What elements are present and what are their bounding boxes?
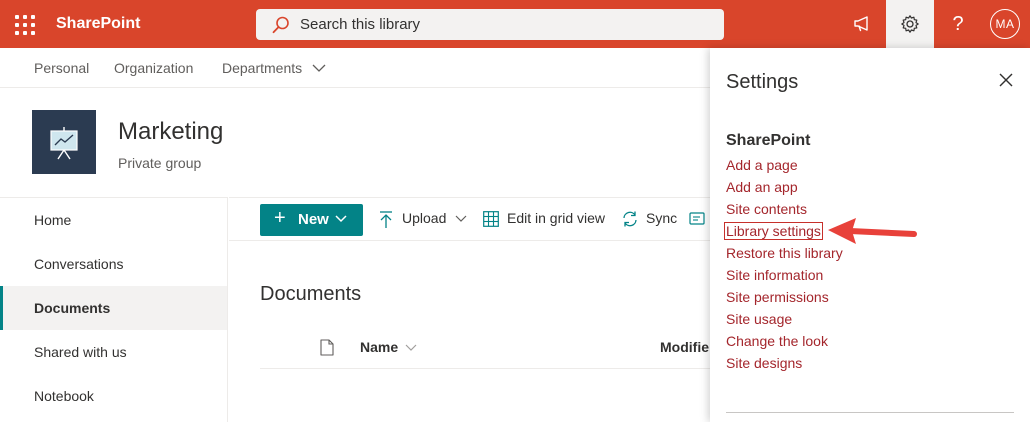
plus-icon: + xyxy=(274,207,286,229)
close-icon[interactable] xyxy=(996,70,1016,90)
hub-nav-personal[interactable]: Personal xyxy=(34,60,89,76)
link-site-usage[interactable]: Site usage xyxy=(726,311,792,327)
link-add-a-page[interactable]: Add a page xyxy=(726,157,798,173)
suite-bar: SharePoint ? MA xyxy=(0,0,1030,48)
new-button-label: New xyxy=(298,211,329,228)
hub-nav-organization[interactable]: Organization xyxy=(114,60,193,76)
avatar[interactable]: MA xyxy=(990,9,1020,39)
site-logo[interactable] xyxy=(32,110,96,174)
link-site-contents[interactable]: Site contents xyxy=(726,201,807,217)
grid-icon[interactable] xyxy=(483,211,499,227)
site-subtitle: Private group xyxy=(118,155,202,171)
chevron-down-icon xyxy=(335,215,347,223)
search-icon xyxy=(272,16,289,34)
presentation-icon xyxy=(50,127,78,160)
nav-item-shared-with-us[interactable]: Shared with us xyxy=(0,330,227,374)
nav-item-conversations[interactable]: Conversations xyxy=(0,242,227,286)
link-add-an-app[interactable]: Add an app xyxy=(726,179,798,195)
waffle-icon[interactable] xyxy=(12,12,36,36)
sync-icon[interactable] xyxy=(621,210,639,228)
link-site-designs[interactable]: Site designs xyxy=(726,355,802,371)
upload-icon[interactable] xyxy=(379,211,393,229)
hub-nav: Personal Organization Departments xyxy=(0,48,710,88)
nav-item-documents[interactable]: Documents xyxy=(0,286,227,330)
upload-button[interactable]: Upload xyxy=(402,210,446,226)
help-icon[interactable]: ? xyxy=(934,0,982,48)
left-nav: Home Conversations Documents Shared with… xyxy=(0,197,228,422)
hub-nav-departments[interactable]: Departments xyxy=(222,60,302,76)
link-site-information[interactable]: Site information xyxy=(726,267,823,283)
chevron-down-icon[interactable] xyxy=(405,344,417,352)
nav-item-home[interactable]: Home xyxy=(0,198,227,242)
help-glyph: ? xyxy=(952,12,964,35)
link-library-settings[interactable]: Library settings xyxy=(724,222,823,240)
sync-button[interactable]: Sync xyxy=(646,210,677,226)
nav-item-notebook[interactable]: Notebook xyxy=(0,374,227,418)
annotation-arrow-icon xyxy=(828,218,917,244)
panel-divider xyxy=(726,412,1014,413)
panel-section-heading: SharePoint xyxy=(726,132,811,149)
file-type-icon[interactable] xyxy=(320,339,334,356)
site-title[interactable]: Marketing xyxy=(118,118,223,146)
link-site-permissions[interactable]: Site permissions xyxy=(726,289,829,305)
megaphone-icon[interactable] xyxy=(838,0,886,48)
command-bar: + New Upload Edit in grid view Sync xyxy=(229,197,710,241)
edit-grid-view-button[interactable]: Edit in grid view xyxy=(507,210,605,226)
chevron-down-icon[interactable] xyxy=(312,64,326,73)
app-brand[interactable]: SharePoint xyxy=(56,15,140,33)
chevron-down-icon[interactable] xyxy=(455,215,467,223)
search-box[interactable] xyxy=(256,9,724,40)
copy-link-icon[interactable] xyxy=(689,212,705,227)
column-header-name[interactable]: Name xyxy=(360,339,398,355)
column-header-modified[interactable]: Modifie xyxy=(660,339,709,355)
gear-icon[interactable] xyxy=(886,0,934,48)
link-change-the-look[interactable]: Change the look xyxy=(726,333,828,349)
search-input[interactable] xyxy=(300,9,700,40)
list-divider xyxy=(260,368,710,369)
new-button[interactable]: + New xyxy=(260,204,363,236)
panel-title: Settings xyxy=(726,71,799,93)
library-title: Documents xyxy=(260,283,362,305)
